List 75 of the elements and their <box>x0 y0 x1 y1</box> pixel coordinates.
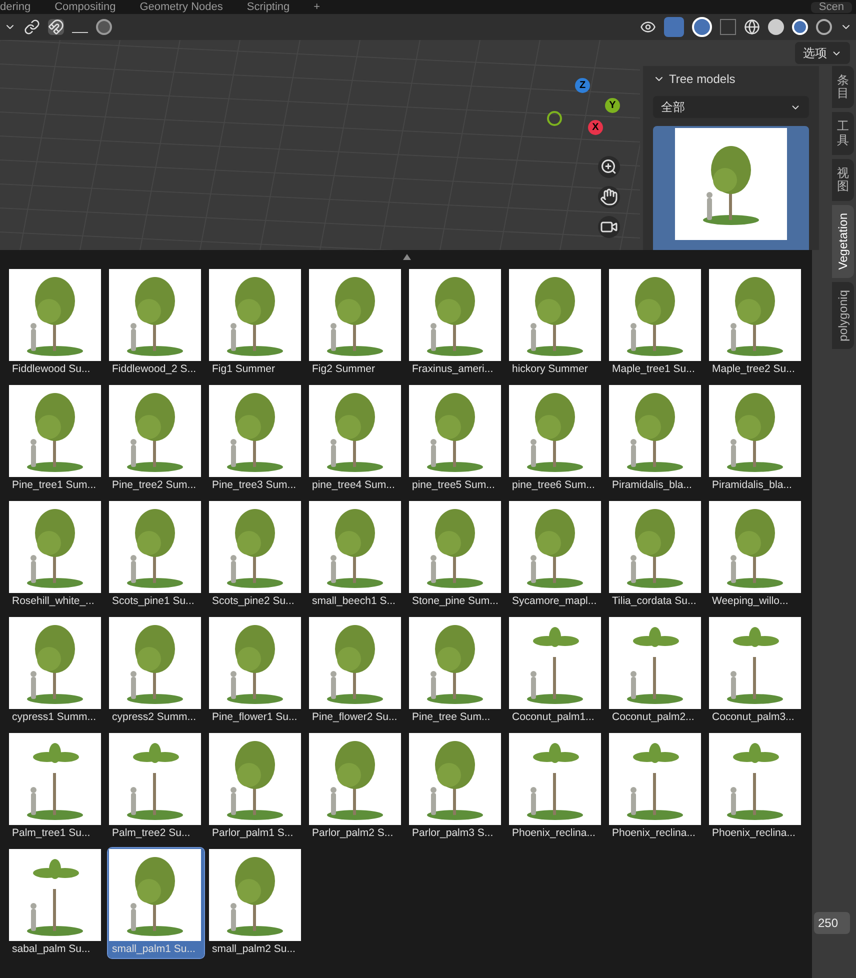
tree-asset-item[interactable]: Pine_tree3 Sum... <box>208 384 304 494</box>
tree-asset-item[interactable]: hickory Summer <box>508 268 604 378</box>
tree-asset-item[interactable]: pine_tree4 Sum... <box>308 384 404 494</box>
zoom-icon[interactable] <box>598 156 620 178</box>
tree-asset-item[interactable]: Pine_tree Sum... <box>408 616 504 726</box>
rendered-shading-icon[interactable] <box>816 19 832 35</box>
solid-shading-icon[interactable] <box>768 19 784 35</box>
tree-asset-item[interactable]: small_palm1 Su... <box>108 848 204 958</box>
tree-asset-item[interactable]: Parlor_palm1 S... <box>208 732 304 842</box>
tree-asset-item[interactable]: Coconut_palm2... <box>608 616 704 726</box>
tree-asset-item[interactable]: Parlor_palm2 S... <box>308 732 404 842</box>
tree-asset-item[interactable]: cypress1 Summ... <box>8 616 104 726</box>
tree-asset-item[interactable]: Phoenix_reclina... <box>708 732 804 842</box>
tree-asset-item[interactable]: Rosehill_white_... <box>8 500 104 610</box>
tree-asset-item[interactable]: Palm_tree1 Su... <box>8 732 104 842</box>
tree-asset-item[interactable]: Weeping_willo... <box>708 500 804 610</box>
tree-asset-item[interactable]: Palm_tree2 Su... <box>108 732 204 842</box>
panel-title[interactable]: Tree models <box>669 70 736 88</box>
tree-asset-item[interactable]: Fig2 Summer <box>308 268 404 378</box>
tree-asset-item[interactable]: Phoenix_reclina... <box>608 732 704 842</box>
tree-asset-item[interactable]: Fig1 Summer <box>208 268 304 378</box>
tree-asset-item[interactable]: Parlor_palm3 S... <box>408 732 504 842</box>
side-tab[interactable]: 条目 <box>832 66 854 108</box>
xray-icon[interactable] <box>720 19 736 35</box>
workspace-tab[interactable]: + <box>302 2 332 12</box>
tree-asset-item[interactable]: Scots_pine2 Su... <box>208 500 304 610</box>
side-tab[interactable]: 视图 <box>832 158 854 202</box>
gizmo-z-axis[interactable]: Z <box>575 78 590 93</box>
material-shading-icon[interactable] <box>792 19 808 35</box>
wireframe-icon[interactable] <box>744 19 760 35</box>
tree-asset-item[interactable]: Pine_flower1 Su... <box>208 616 304 726</box>
workspace-tab[interactable]: Compositing <box>42 2 128 12</box>
tree-asset-item[interactable]: Fiddlewood_2 S... <box>108 268 204 378</box>
magnet-icon[interactable] <box>48 19 64 35</box>
tree-asset-item[interactable]: small_beech1 S... <box>308 500 404 610</box>
tree-asset-item[interactable]: Piramidalis_bla... <box>608 384 704 494</box>
scroll-up-arrow-icon[interactable] <box>403 254 411 260</box>
tree-asset-item[interactable]: Coconut_palm1... <box>508 616 604 726</box>
tree-asset-item[interactable]: Phoenix_reclina... <box>508 732 604 842</box>
tree-asset-item[interactable]: pine_tree6 Sum... <box>508 384 604 494</box>
tree-asset-item[interactable]: Maple_tree2 Su... <box>708 268 804 378</box>
visibility-icon[interactable] <box>640 19 656 35</box>
workspace-tab[interactable]: Geometry Nodes <box>128 2 235 12</box>
tree-asset-item[interactable]: Pine_tree2 Sum... <box>108 384 204 494</box>
tree-asset-item[interactable]: Fraxinus_ameri... <box>408 268 504 378</box>
gizmo-negative-axis-icon[interactable] <box>547 111 562 126</box>
frame-end-field[interactable]: 250 <box>814 912 850 934</box>
workspace-tab[interactable]: dering <box>0 2 43 12</box>
tree-asset-item[interactable]: Tilia_cordata Su... <box>608 500 704 610</box>
tree-asset-item[interactable]: Stone_pine Sum... <box>408 500 504 610</box>
tree-asset-item[interactable]: Pine_flower2 Su... <box>308 616 404 726</box>
tree-asset-item[interactable]: Coconut_palm3... <box>708 616 804 726</box>
scene-field[interactable]: Scen <box>810 2 852 12</box>
tree-asset-item[interactable]: Scots_pine1 Su... <box>108 500 204 610</box>
tree-asset-item[interactable]: sabal_palm Su... <box>8 848 104 958</box>
side-tab[interactable]: polygoniq <box>832 282 854 350</box>
tree-asset-item[interactable]: Pine_tree1 Sum... <box>8 384 104 494</box>
tree-asset-item[interactable]: Piramidalis_bla... <box>708 384 804 494</box>
tree-asset-item[interactable]: Fiddlewood Su... <box>8 268 104 378</box>
pan-hand-icon[interactable] <box>598 186 620 208</box>
camera-icon[interactable] <box>598 216 620 238</box>
proportional-icon[interactable] <box>96 19 112 35</box>
gizmo-x-axis[interactable]: X <box>588 120 603 135</box>
tree-asset-item[interactable]: pine_tree5 Sum... <box>408 384 504 494</box>
workspace-tab[interactable]: Scripting <box>234 2 302 12</box>
tree-asset-item[interactable]: Maple_tree1 Su... <box>608 268 704 378</box>
side-tab[interactable]: Vegetation <box>832 205 854 278</box>
gizmo-y-axis[interactable]: Y <box>605 98 620 113</box>
options-button[interactable]: 选项 <box>795 42 850 64</box>
tree-asset-item[interactable]: small_palm2 Su... <box>208 848 304 958</box>
tree-asset-item[interactable]: cypress2 Summ... <box>108 616 204 726</box>
link-icon[interactable] <box>24 19 40 35</box>
side-tab[interactable]: 工具 <box>832 112 854 155</box>
tree-asset-item[interactable]: Sycamore_mapl... <box>508 500 604 610</box>
category-dropdown[interactable]: 全部 <box>653 96 809 118</box>
